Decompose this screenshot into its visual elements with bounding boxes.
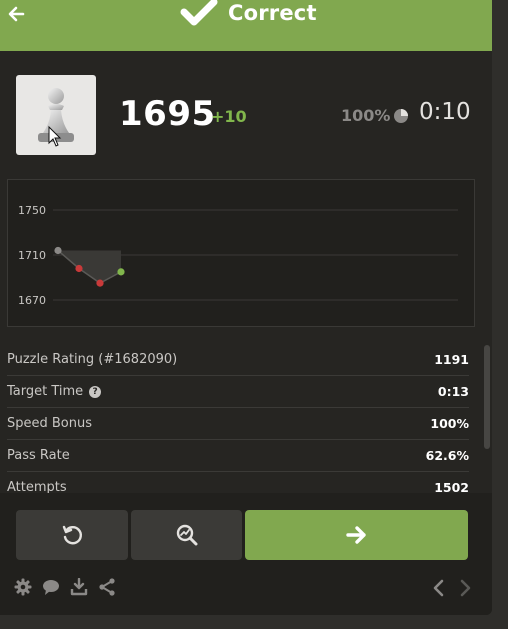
chart-point-fail[interactable] — [75, 264, 83, 273]
puzzle-panel: Correct 1695 +10 100% 0:10 1750 1710 1670 — [0, 0, 492, 615]
stat-value: 100% — [430, 416, 469, 431]
analyze-button[interactable] — [131, 510, 242, 560]
chart-point-start[interactable] — [54, 246, 62, 255]
arrow-right-icon — [345, 526, 366, 544]
retry-button[interactable] — [16, 510, 128, 560]
chat-icon — [42, 579, 59, 595]
correct-status: Correct — [180, 0, 317, 30]
pawn-icon — [38, 88, 74, 147]
status-label: Correct — [228, 1, 317, 25]
move-navigation — [432, 579, 472, 597]
settings-button[interactable] — [13, 577, 32, 596]
stat-row-puzzle-rating: Puzzle Rating (#1682090) 1191 — [7, 344, 469, 376]
download-button[interactable] — [69, 577, 88, 596]
stat-label: Puzzle Rating (#1682090) — [7, 352, 178, 367]
next-puzzle-button[interactable] — [245, 510, 468, 560]
puzzle-stats: Puzzle Rating (#1682090) 1191 Target Tim… — [7, 344, 469, 503]
puzzle-piece-thumbnail — [16, 75, 96, 155]
result-header: Correct — [0, 0, 492, 51]
rating-change: +10 — [211, 107, 247, 126]
stat-row-target-time: Target Time ? 0:13 — [7, 376, 469, 408]
arrow-left-icon[interactable] — [6, 4, 26, 24]
chat-button[interactable] — [41, 577, 60, 596]
action-footer — [0, 493, 492, 615]
accuracy-percent: 100% — [341, 106, 391, 125]
analysis-icon — [176, 524, 197, 546]
chart-point-fail[interactable] — [96, 279, 104, 287]
stat-value: 62.6% — [425, 448, 469, 463]
retry-icon — [62, 525, 82, 545]
stat-row-speed-bonus: Speed Bonus 100% — [7, 408, 469, 440]
stat-row-pass-rate: Pass Rate 62.6% — [7, 440, 469, 472]
chart-y-tick-label: 1750 — [18, 204, 46, 217]
current-rating: 1695 — [119, 94, 216, 134]
stat-label: Target Time — [7, 384, 84, 399]
download-icon — [70, 577, 87, 595]
chart-point-success[interactable] — [117, 268, 125, 276]
chart-y-tick-label: 1670 — [18, 294, 46, 307]
stat-value: 1191 — [434, 352, 469, 367]
chevron-left-icon[interactable] — [432, 579, 446, 597]
stat-label: Pass Rate — [7, 448, 70, 463]
rating-chart-svg: 1750 1710 1670 — [18, 204, 458, 307]
chart-area — [58, 250, 121, 284]
stat-value: 0:13 — [437, 384, 469, 399]
stat-label-wrap: Target Time ? — [7, 384, 102, 399]
toolbar-icons — [13, 577, 116, 596]
chevron-right-icon[interactable] — [458, 579, 472, 597]
chart-y-tick-label: 1710 — [18, 249, 46, 262]
rating-chart: 1750 1710 1670 — [7, 179, 475, 327]
share-icon — [98, 577, 115, 596]
stats-scrollbar[interactable] — [484, 345, 490, 449]
gear-icon — [14, 578, 31, 595]
stat-label: Speed Bonus — [7, 416, 93, 431]
help-icon[interactable]: ? — [89, 385, 102, 398]
pie-icon — [394, 109, 408, 123]
share-button[interactable] — [97, 577, 116, 596]
solve-timer: 0:10 — [419, 99, 471, 125]
checkmark-icon — [180, 0, 218, 26]
